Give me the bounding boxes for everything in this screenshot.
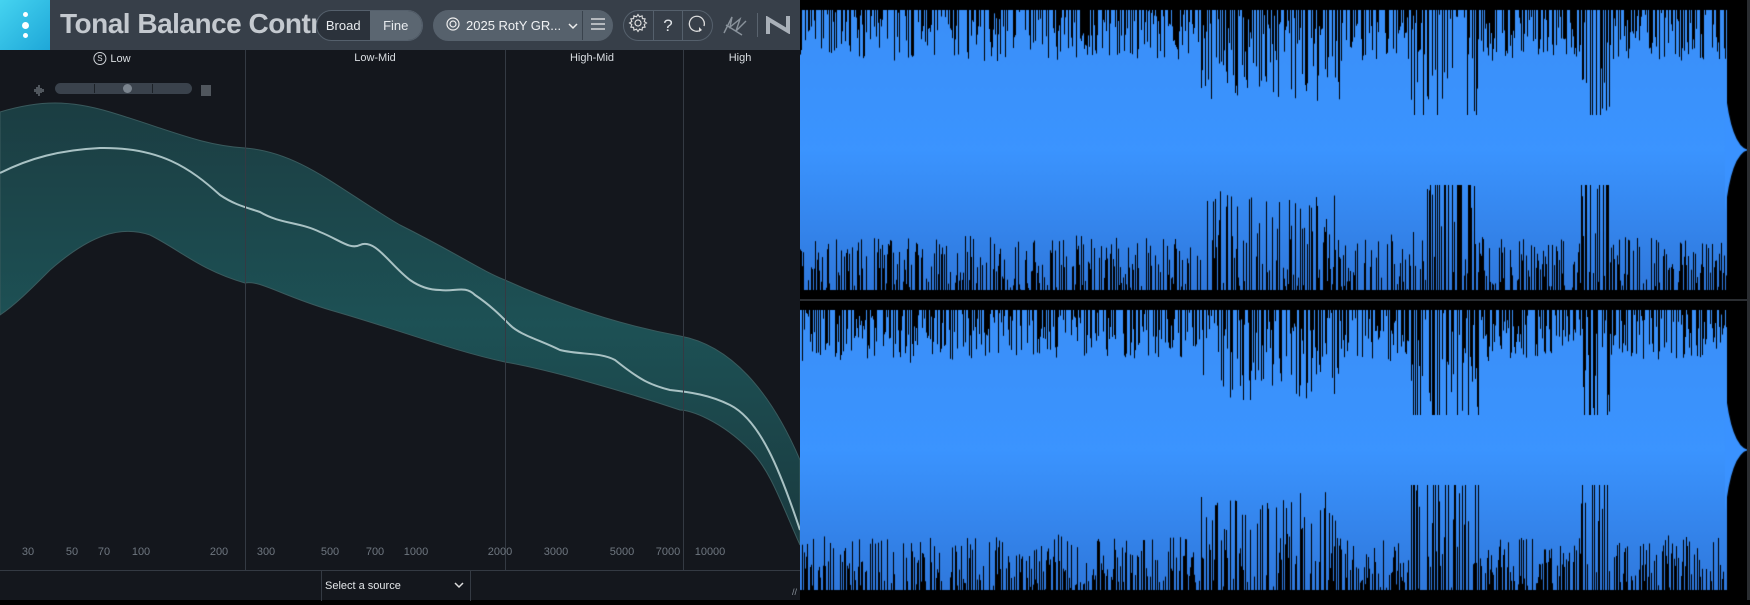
band-label: High bbox=[728, 52, 752, 64]
chevron-down-icon bbox=[454, 580, 464, 592]
preset-dropdown[interactable]: 2025 RotY GR... bbox=[434, 11, 582, 40]
broad-button[interactable]: Broad bbox=[317, 11, 370, 40]
band-high[interactable]: High bbox=[729, 52, 752, 64]
source-select-label: Select a source bbox=[325, 580, 401, 592]
preset-label: 2025 RotY GR... bbox=[466, 18, 562, 33]
frequency-tick-label: 10000 bbox=[694, 546, 726, 558]
waveform-small-icon bbox=[34, 83, 44, 101]
preset-menu-button[interactable] bbox=[582, 11, 612, 40]
frequency-tick-label: 7000 bbox=[655, 546, 681, 558]
band-label: Low bbox=[110, 52, 131, 65]
frequency-tick-label: 1000 bbox=[403, 546, 429, 558]
resize-grip-icon[interactable]: // bbox=[792, 587, 797, 597]
frequency-tick-label: 200 bbox=[209, 546, 229, 558]
preset-group: 2025 RotY GR... bbox=[433, 10, 613, 41]
smoothing-slider[interactable] bbox=[55, 83, 192, 94]
frequency-tick-label: 30 bbox=[21, 546, 35, 558]
view-mode-toggle[interactable]: Broad Fine bbox=[316, 10, 423, 41]
solo-button[interactable]: S bbox=[93, 52, 107, 65]
frequency-tick-label: 500 bbox=[320, 546, 340, 558]
tool-buttons: ? bbox=[623, 10, 713, 41]
source-select[interactable]: Select a source bbox=[321, 571, 471, 601]
band-low[interactable]: S Low bbox=[93, 52, 131, 65]
fine-button[interactable]: Fine bbox=[369, 11, 422, 40]
footer-bar: Select a source // bbox=[0, 570, 800, 601]
band-high-mid[interactable]: High-Mid bbox=[570, 52, 614, 64]
frequency-tick-label: 50 bbox=[65, 546, 79, 558]
frequency-tick-label: 3000 bbox=[543, 546, 569, 558]
channel-divider bbox=[800, 299, 1750, 301]
settings-button[interactable] bbox=[624, 11, 654, 40]
band-low-mid[interactable]: Low-Mid bbox=[354, 52, 396, 64]
header: Tonal Balance Control Broad Fine 2025 Ro… bbox=[0, 0, 800, 50]
help-icon: ? bbox=[663, 15, 673, 35]
frequency-tick-label: 100 bbox=[131, 546, 151, 558]
frequency-tick-label: 300 bbox=[256, 546, 276, 558]
band-label: High-Mid bbox=[569, 52, 615, 64]
band-divider bbox=[245, 50, 246, 570]
band-divider bbox=[683, 50, 684, 570]
tonal-balance-panel: Tonal Balance Control Broad Fine 2025 Ro… bbox=[0, 0, 800, 601]
frequency-tick-label: 700 bbox=[365, 546, 385, 558]
band-label: Low-Mid bbox=[354, 52, 396, 64]
hamburger-icon bbox=[590, 17, 605, 35]
frequency-tick-label: 70 bbox=[97, 546, 111, 558]
target-icon bbox=[446, 17, 460, 34]
help-button[interactable]: ? bbox=[654, 11, 684, 40]
loop-icon bbox=[688, 13, 708, 38]
spectrum-display bbox=[0, 102, 800, 546]
loop-button[interactable] bbox=[683, 11, 712, 40]
target-range-band bbox=[0, 102, 800, 546]
divider bbox=[757, 13, 758, 37]
app-menu-button[interactable] bbox=[0, 0, 50, 50]
app-title: Tonal Balance Control bbox=[60, 8, 345, 39]
squiggle-icon[interactable] bbox=[722, 13, 748, 42]
waveform-view bbox=[800, 0, 1750, 600]
bars-icon bbox=[201, 83, 211, 101]
slider-thumb[interactable] bbox=[123, 84, 132, 93]
band-divider bbox=[505, 50, 506, 570]
gear-icon bbox=[628, 13, 648, 38]
chevron-down-icon bbox=[568, 18, 578, 33]
frequency-tick-label: 2000 bbox=[487, 546, 513, 558]
ni-logo bbox=[766, 15, 792, 39]
frequency-tick-label: 5000 bbox=[609, 546, 635, 558]
